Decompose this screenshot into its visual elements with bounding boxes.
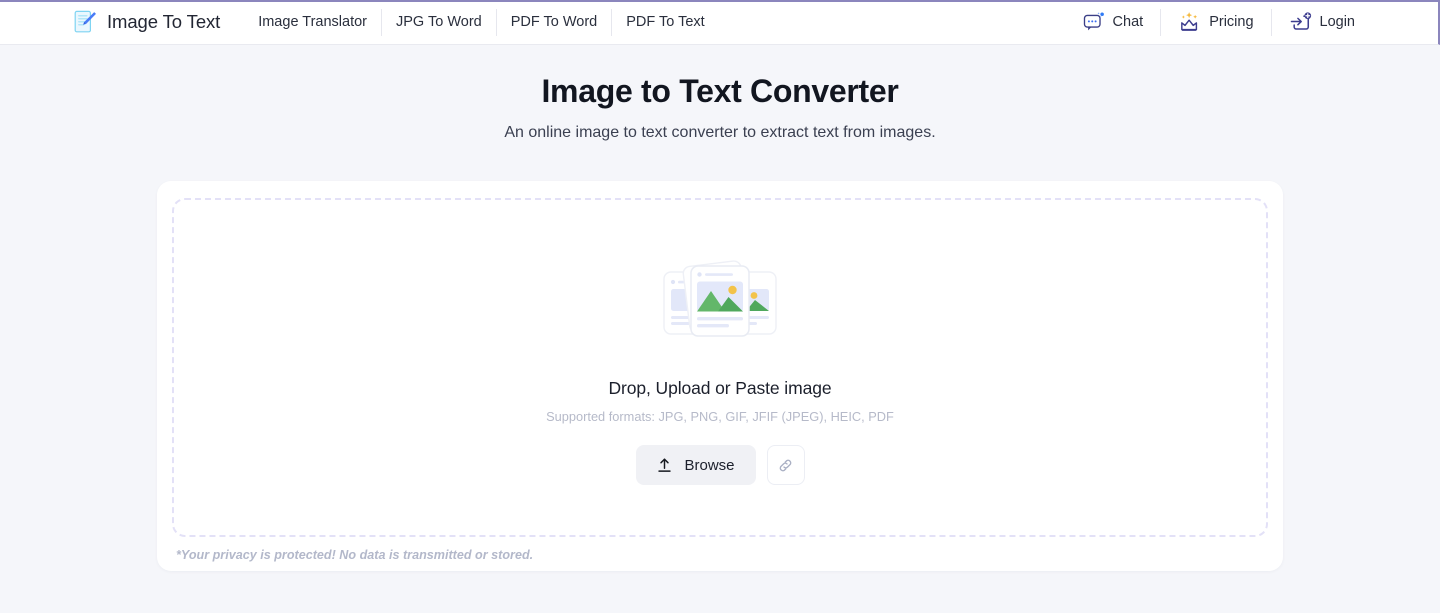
nav-action-pricing-label: Pricing [1209,14,1254,30]
document-pencil-icon [72,9,98,35]
top-accent-rule [0,0,1440,2]
nav-action-pricing[interactable]: Pricing [1161,7,1270,37]
dropzone-actions: Browse [635,445,805,485]
image-dropzone[interactable]: Drop, Upload or Paste image Supported fo… [172,198,1268,537]
paperclip-link-icon [776,456,795,475]
brand-label: Image To Text [107,11,221,32]
crown-icon [1178,11,1201,34]
nav-link-image-translator[interactable]: Image Translator [244,9,381,36]
nav-action-chat[interactable]: Chat [1065,7,1161,37]
login-arrow-icon [1289,11,1312,34]
nav-action-chat-label: Chat [1112,14,1144,30]
converter-card: Drop, Upload or Paste image Supported fo… [157,181,1283,571]
nav-actions: Chat Pricing Login [1065,7,1372,37]
browse-button-label: Browse [684,456,735,474]
upload-arrow-icon [656,457,673,474]
browse-button[interactable]: Browse [635,445,756,485]
brand-logo-link[interactable]: Image To Text [72,9,220,35]
nav-links: Image Translator JPG To Word PDF To Word… [244,8,718,36]
dropzone-supported-formats: Supported formats: JPG, PNG, GIF, JFIF (… [546,409,894,424]
nav-action-login[interactable]: Login [1272,7,1372,37]
main-content: Image to Text Converter An online image … [0,45,1440,571]
nav-action-login-label: Login [1319,14,1355,30]
page-subtitle: An online image to text converter to ext… [504,124,936,141]
attach-link-button[interactable] [766,445,805,485]
nav-link-pdf-to-text[interactable]: PDF To Text [612,9,718,36]
page-title: Image to Text Converter [541,73,899,109]
privacy-note: *Your privacy is protected! No data is t… [176,548,534,562]
nav-link-jpg-to-word[interactable]: JPG To Word [382,9,496,36]
chat-bubble-icon [1082,11,1105,34]
dropzone-title: Drop, Upload or Paste image [608,378,832,398]
stacked-images-icon [660,250,780,350]
navbar: Image To Text Image Translator JPG To Wo… [0,0,1440,45]
nav-link-pdf-to-word[interactable]: PDF To Word [497,9,612,36]
